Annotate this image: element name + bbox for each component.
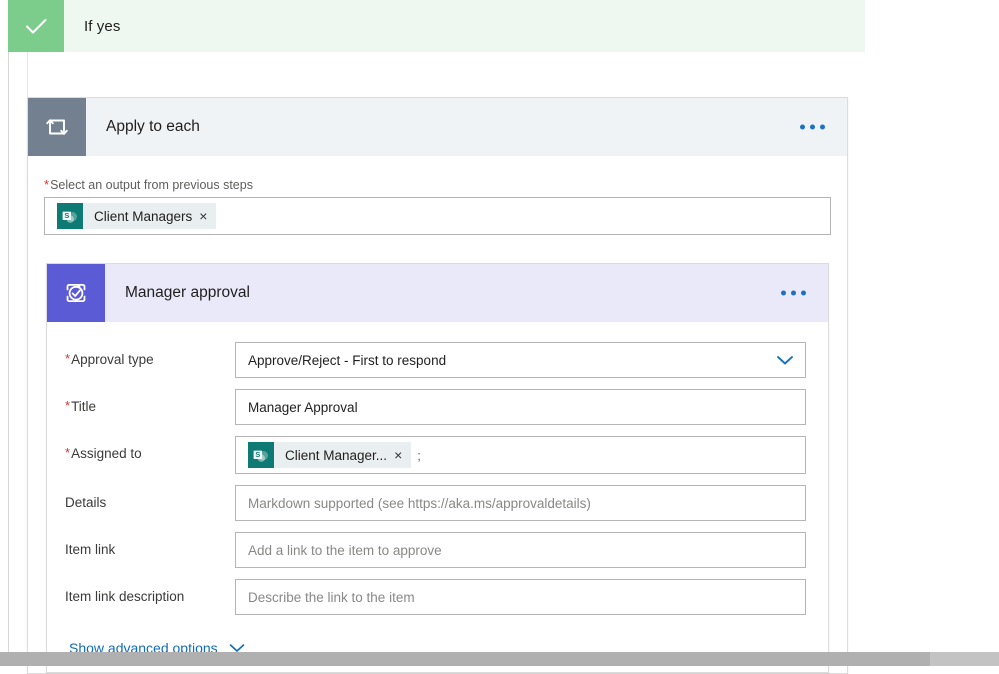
approval-type-value: Approve/Reject - First to respond [248, 352, 447, 368]
manager-approval-card[interactable]: Manager approval *Approval type Approve/… [46, 263, 829, 673]
approval-type-dropdown[interactable]: Approve/Reject - First to respond [235, 342, 806, 378]
field-label-assigned-to: *Assigned to [65, 436, 235, 462]
item-link-description-placeholder: Describe the link to the item [248, 589, 415, 605]
select-output-label: *Select an output from previous steps [28, 178, 847, 192]
horizontal-scrollbar-thumb[interactable] [0, 652, 930, 666]
manager-approval-header[interactable]: Manager approval [47, 264, 828, 322]
field-label-text: Title [71, 399, 97, 414]
ellipsis-dot [781, 290, 786, 296]
svg-text:S: S [64, 211, 69, 220]
item-link-description-input[interactable]: Describe the link to the item [235, 579, 806, 615]
select-output-input[interactable]: S Client Managers × [44, 197, 831, 235]
required-asterisk: * [44, 177, 50, 192]
field-label-title: *Title [65, 389, 235, 415]
required-asterisk: * [65, 351, 71, 366]
apply-to-each-body: *Select an output from previous steps S … [28, 156, 847, 673]
assigned-to-input[interactable]: S Client Manager... × ; [235, 436, 806, 474]
sharepoint-icon: S [248, 442, 274, 468]
ellipsis-dot [801, 290, 806, 296]
field-label-text: Assigned to [71, 446, 142, 461]
title-input[interactable]: Manager Approval [235, 389, 806, 425]
ellipsis-dot [820, 124, 825, 130]
apply-to-each-header[interactable]: Apply to each [28, 98, 847, 156]
manager-approval-menu-button[interactable] [781, 290, 806, 296]
token-client-managers[interactable]: S Client Managers × [57, 203, 217, 229]
branch-rail-outer [8, 52, 9, 666]
field-row-assigned-to: *Assigned to S Client Manager... × ; [47, 436, 828, 474]
apply-to-each-menu-button[interactable] [800, 124, 825, 130]
required-asterisk: * [65, 445, 71, 460]
apply-to-each-title: Apply to each [106, 118, 200, 135]
field-label-details: Details [65, 495, 107, 510]
details-placeholder: Markdown supported (see https://aka.ms/a… [248, 495, 591, 511]
field-row-item-link-description: Item link description Describe the link … [47, 579, 828, 615]
item-link-input[interactable]: Add a link to the item to approve [235, 532, 806, 568]
loop-repeat-icon [28, 98, 86, 156]
token-remove-icon[interactable]: × [199, 209, 216, 223]
chevron-down-icon[interactable] [775, 354, 795, 367]
approvals-icon [47, 264, 105, 322]
ellipsis-dot [800, 124, 805, 130]
horizontal-scrollbar[interactable] [0, 652, 999, 666]
token-label: Client Manager... [285, 447, 388, 463]
field-label-approval-type: *Approval type [65, 342, 235, 368]
field-row-item-link: Item link Add a link to the item to appr… [47, 532, 828, 568]
field-label-item-link-description: Item link description [65, 589, 185, 604]
ellipsis-dot [810, 124, 815, 130]
ellipsis-dot [791, 290, 796, 296]
manager-approval-body: *Approval type Approve/Reject - First to… [47, 322, 828, 672]
if-yes-branch-header: If yes [8, 0, 865, 52]
manager-approval-title: Manager approval [125, 284, 250, 301]
assigned-to-separator: ; [417, 447, 421, 463]
field-label-text: Approval type [71, 352, 154, 367]
title-value: Manager Approval [248, 399, 358, 415]
sharepoint-icon: S [57, 203, 83, 229]
token-remove-icon[interactable]: × [394, 448, 411, 462]
field-row-details: Details Markdown supported (see https://… [47, 485, 828, 521]
checkmark-icon [8, 0, 64, 52]
field-row-approval-type: *Approval type Approve/Reject - First to… [47, 342, 828, 378]
if-yes-label: If yes [84, 17, 121, 35]
apply-to-each-card[interactable]: Apply to each *Select an output from pre… [27, 97, 848, 674]
canvas-right-gutter [866, 0, 999, 652]
if-yes-branch-container: If yes Apply to each *Select an output f… [0, 0, 999, 674]
svg-text:S: S [255, 450, 260, 459]
select-output-label-text: Select an output from previous steps [50, 178, 253, 192]
required-asterisk: * [65, 398, 71, 413]
token-client-manager[interactable]: S Client Manager... × [248, 442, 412, 468]
field-label-item-link: Item link [65, 542, 116, 557]
field-row-title: *Title Manager Approval [47, 389, 828, 425]
token-label: Client Managers [94, 208, 193, 224]
item-link-placeholder: Add a link to the item to approve [248, 542, 442, 558]
details-input[interactable]: Markdown supported (see https://aka.ms/a… [235, 485, 806, 521]
